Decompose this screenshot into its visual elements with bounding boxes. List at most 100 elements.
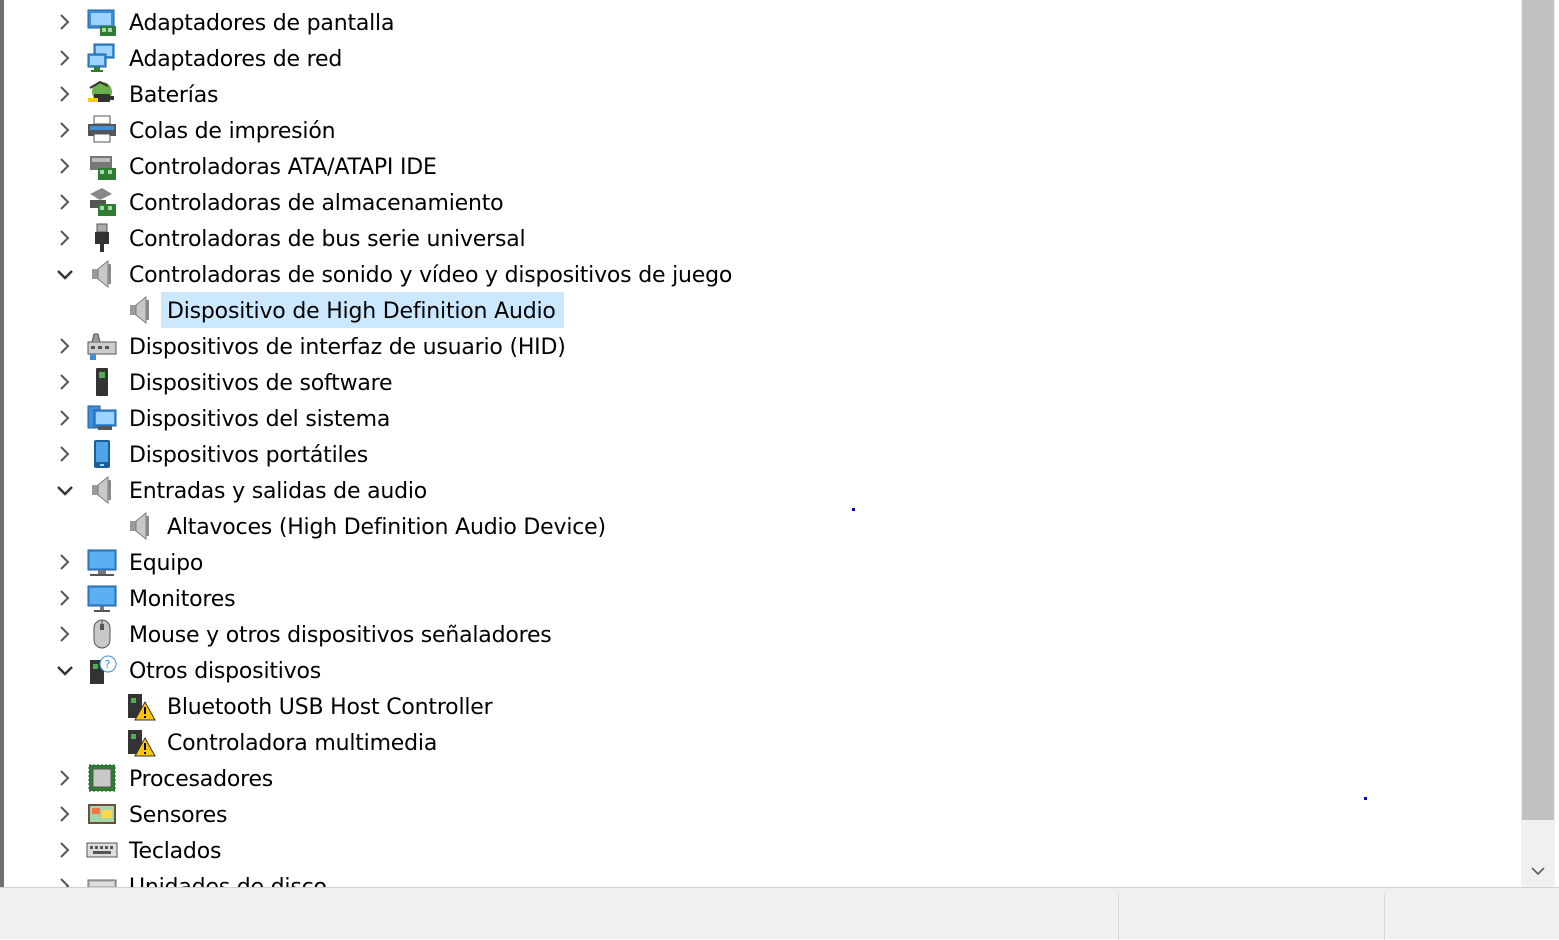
chevron-down-icon[interactable] xyxy=(53,478,77,502)
status-bar-separator xyxy=(1118,894,1119,940)
device-tree[interactable]: Adaptadores de pantalla Adaptadores de re… xyxy=(4,0,1521,887)
scrollbar-thumb[interactable] xyxy=(1522,0,1554,820)
tree-category-item[interactable]: Dispositivos portátiles xyxy=(4,436,1504,472)
processor-icon xyxy=(86,762,118,794)
chevron-right-icon[interactable] xyxy=(53,802,77,826)
chevron-right-icon[interactable] xyxy=(53,334,77,358)
tree-item-label[interactable]: Dispositivos del sistema xyxy=(129,400,390,436)
chevron-right-icon[interactable] xyxy=(53,766,77,790)
tree-category-item[interactable]: Procesadores xyxy=(4,760,1504,796)
monitor-icon xyxy=(86,582,118,614)
tree-item-label[interactable]: Otros dispositivos xyxy=(129,652,321,688)
tree-category-item[interactable]: Entradas y salidas de audio xyxy=(4,472,1504,508)
tree-category-item[interactable]: Equipo xyxy=(4,544,1504,580)
chevron-right-icon[interactable] xyxy=(53,586,77,610)
chevron-right-icon[interactable] xyxy=(53,82,77,106)
window-right-edge xyxy=(1555,0,1559,887)
tree-item-label[interactable]: Bluetooth USB Host Controller xyxy=(167,688,493,724)
display-adapter-icon xyxy=(86,6,118,38)
tree-item-label[interactable]: Sensores xyxy=(129,796,228,832)
tree-item-label[interactable]: Monitores xyxy=(129,580,236,616)
portable-device-icon xyxy=(86,438,118,470)
tree-item-label[interactable]: Mouse y otros dispositivos señaladores xyxy=(129,616,552,652)
chevron-right-icon[interactable] xyxy=(53,550,77,574)
vertical-scrollbar[interactable] xyxy=(1521,0,1555,887)
tree-category-item[interactable]: Teclados xyxy=(4,832,1504,868)
tree-item-label[interactable]: Controladoras de bus serie universal xyxy=(129,220,526,256)
chevron-right-icon[interactable] xyxy=(53,442,77,466)
network-adapter-icon xyxy=(86,42,118,74)
tree-child-item[interactable]: Altavoces (High Definition Audio Device) xyxy=(4,508,1504,544)
chevron-right-icon[interactable] xyxy=(53,190,77,214)
tree-item-label[interactable]: Controladoras de almacenamiento xyxy=(129,184,504,220)
tree-category-item[interactable]: Colas de impresión xyxy=(4,112,1504,148)
tree-item-label[interactable]: Altavoces (High Definition Audio Device) xyxy=(167,508,606,544)
tree-item-label[interactable]: Unidades de disco xyxy=(129,868,327,887)
chevron-right-icon[interactable] xyxy=(53,10,77,34)
chevron-right-icon[interactable] xyxy=(53,226,77,250)
tree-item-label[interactable]: Teclados xyxy=(129,832,221,868)
unknown-device-icon: ? xyxy=(86,654,118,686)
tree-item-label[interactable]: Adaptadores de red xyxy=(129,40,342,76)
chevron-down-icon[interactable] xyxy=(53,658,77,682)
tree-category-item[interactable]: Sensores xyxy=(4,796,1504,832)
tree-item-label[interactable]: Dispositivos de software xyxy=(129,364,393,400)
warning-device-icon xyxy=(124,726,156,758)
tree-item-label-selected[interactable]: Dispositivo de High Definition Audio xyxy=(161,292,564,328)
speaker-icon xyxy=(124,294,156,326)
tree-category-item[interactable]: Adaptadores de pantalla xyxy=(4,4,1504,40)
tree-item-label[interactable]: Colas de impresión xyxy=(129,112,336,148)
mouse-icon xyxy=(86,618,118,650)
tree-category-item[interactable]: ? Otros dispositivos xyxy=(4,652,1504,688)
chevron-right-icon[interactable] xyxy=(53,154,77,178)
software-device-icon xyxy=(86,366,118,398)
chevron-right-icon[interactable] xyxy=(53,370,77,394)
tree-item-label[interactable]: Controladora multimedia xyxy=(167,724,437,760)
tree-category-item[interactable]: Mouse y otros dispositivos señaladores xyxy=(4,616,1504,652)
tree-category-item[interactable]: Dispositivos de interfaz de usuario (HID… xyxy=(4,328,1504,364)
tree-category-item[interactable]: Adaptadores de red xyxy=(4,40,1504,76)
tree-category-item[interactable]: Controladoras de almacenamiento xyxy=(4,184,1504,220)
chevron-right-icon[interactable] xyxy=(53,838,77,862)
battery-icon xyxy=(86,78,118,110)
tree-item-label[interactable]: Baterías xyxy=(129,76,218,112)
tree-category-item[interactable]: Dispositivos del sistema xyxy=(4,400,1504,436)
tree-item-label[interactable]: Equipo xyxy=(129,544,203,580)
tree-item-label[interactable]: Adaptadores de pantalla xyxy=(129,4,394,40)
tree-item-label[interactable]: Controladoras de sonido y vídeo y dispos… xyxy=(129,256,732,292)
computer-icon xyxy=(86,546,118,578)
tree-category-item[interactable]: Monitores xyxy=(4,580,1504,616)
chevron-right-icon[interactable] xyxy=(53,118,77,142)
chevron-right-icon[interactable] xyxy=(53,406,77,430)
tree-child-item[interactable]: Dispositivo de High Definition Audio xyxy=(4,292,1504,328)
warning-device-icon xyxy=(124,690,156,722)
tree-category-item[interactable]: Controladoras de bus serie universal xyxy=(4,220,1504,256)
system-devices-icon xyxy=(86,402,118,434)
chevron-down-icon[interactable] xyxy=(53,262,77,286)
tree-category-item[interactable]: Dispositivos de software xyxy=(4,364,1504,400)
tree-item-label[interactable]: Dispositivos portátiles xyxy=(129,436,368,472)
chevron-right-icon[interactable] xyxy=(53,622,77,646)
tree-category-item[interactable]: Unidades de disco xyxy=(4,868,1504,887)
svg-text:?: ? xyxy=(105,658,111,671)
ide-controller-icon xyxy=(86,150,118,182)
tree-child-item[interactable]: Bluetooth USB Host Controller xyxy=(4,688,1504,724)
tree-item-label[interactable]: Procesadores xyxy=(129,760,273,796)
status-bar xyxy=(0,887,1559,940)
speaker-icon xyxy=(86,474,118,506)
storage-controller-icon xyxy=(86,186,118,218)
tree-item-label[interactable]: Controladoras ATA/ATAPI IDE xyxy=(129,148,437,184)
tree-item-label[interactable]: Dispositivos de interfaz de usuario (HID… xyxy=(129,328,566,364)
keyboard-icon xyxy=(86,834,118,866)
chevron-right-icon[interactable] xyxy=(53,874,77,887)
tree-category-item[interactable]: Controladoras ATA/ATAPI IDE xyxy=(4,148,1504,184)
tree-category-item[interactable]: Controladoras de sonido y vídeo y dispos… xyxy=(4,256,1504,292)
tree-child-item[interactable]: Controladora multimedia xyxy=(4,724,1504,760)
chevron-right-icon[interactable] xyxy=(53,46,77,70)
stray-pixel xyxy=(852,508,855,511)
tree-item-label[interactable]: Entradas y salidas de audio xyxy=(129,472,427,508)
tree-category-item[interactable]: Baterías xyxy=(4,76,1504,112)
scroll-down-button[interactable] xyxy=(1521,856,1555,886)
usb-icon xyxy=(86,222,118,254)
hid-icon xyxy=(86,330,118,362)
